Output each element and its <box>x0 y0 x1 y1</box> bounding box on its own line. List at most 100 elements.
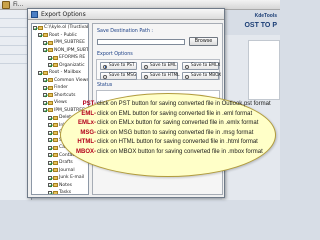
folder-icon <box>53 175 58 180</box>
folder-icon <box>53 55 58 60</box>
tree-checkbox[interactable] <box>48 168 52 172</box>
tree-item[interactable]: Tasks <box>32 189 88 195</box>
tree-item-label: Drafts <box>59 160 73 165</box>
tree-item-label: IPM_SUBTREE <box>54 40 85 45</box>
tree-item-label: Junk E-mail <box>59 175 85 180</box>
save-to-eml-option[interactable]: Save to EML <box>141 62 178 70</box>
tree-item-label: EFORMS RE <box>59 55 86 60</box>
radio-icon[interactable] <box>185 64 189 69</box>
tree-checkbox[interactable] <box>48 63 52 67</box>
option-label: Save to MBOX <box>191 73 222 78</box>
option-label: Save to MSG <box>109 73 137 78</box>
tree-item-label: NON_IPM_SUBT <box>54 47 89 53</box>
tree-checkbox[interactable] <box>48 190 52 194</box>
callout-line: EMLx-click on EMLx button for saving con… <box>76 119 268 129</box>
radio-icon[interactable] <box>144 64 148 69</box>
folder-icon <box>53 123 58 127</box>
callout-line: EML-click on EML button for saving conve… <box>76 110 268 120</box>
callout-format-key: PST- <box>82 101 96 107</box>
tree-item-label: Views <box>54 100 68 105</box>
tree-item[interactable]: NON_IPM_SUBT <box>32 47 88 55</box>
callout-description: click on MSG button to saving converted … <box>97 129 254 136</box>
folder-icon <box>53 145 58 150</box>
background-list <box>248 40 280 100</box>
brand-name: KdeTools <box>254 13 277 19</box>
destination-path-input[interactable] <box>97 39 185 45</box>
tree-checkbox[interactable] <box>38 33 42 37</box>
folder-icon <box>53 138 58 142</box>
tree-item[interactable]: IPM_SUBTREE <box>32 39 88 47</box>
tree-item[interactable]: Junk E-mail <box>32 174 88 182</box>
option-label: Save to PST <box>109 63 135 68</box>
tree-checkbox[interactable] <box>43 93 47 97</box>
folder-icon <box>53 183 58 187</box>
tree-item[interactable]: EFORMS RE <box>32 54 88 62</box>
save-to-emlx-option[interactable]: Save to EMLX <box>182 62 221 70</box>
tree-item[interactable]: Common Views <box>32 77 88 85</box>
tree-checkbox[interactable] <box>43 48 47 52</box>
callout-description: click on EML button for saving converted… <box>97 110 253 117</box>
tree-checkbox[interactable] <box>48 138 52 142</box>
folder-icon <box>48 100 53 105</box>
tree-checkbox[interactable] <box>43 78 47 82</box>
option-label: Save to EMLX <box>191 63 221 68</box>
tree-checkbox[interactable] <box>48 145 52 150</box>
tree-item-label: Common Views <box>54 77 89 83</box>
tree-item-label: Tasks <box>59 190 72 195</box>
tree-checkbox[interactable] <box>48 55 52 60</box>
tree-checkbox[interactable] <box>48 175 52 180</box>
export-options-label: Export Options <box>97 52 133 57</box>
tree-item[interactable]: Root - Mailbox <box>32 69 88 77</box>
save-to-msg-option[interactable]: Save to MSG <box>100 72 137 80</box>
callout-format-key: HTML- <box>77 139 96 145</box>
tree-checkbox[interactable] <box>48 153 52 157</box>
tree-item[interactable]: Notes <box>32 182 88 190</box>
tree-item[interactable]: Finder <box>32 84 88 92</box>
callout-description: click on MBOX button for saving converte… <box>97 148 263 155</box>
tree-item[interactable]: Root - Public <box>32 32 88 40</box>
tree-item[interactable]: Shortcuts <box>32 92 88 100</box>
destination-path-label: Save Destination Path : <box>97 29 154 34</box>
tree-checkbox[interactable] <box>48 123 52 127</box>
browse-button[interactable]: Browse <box>189 37 218 46</box>
folder-icon <box>53 130 58 135</box>
radio-icon[interactable] <box>144 74 148 79</box>
dialog-titlebar[interactable]: Export Options <box>28 9 224 20</box>
tree-item[interactable]: C:\\kyle.ol (Trustivabl... <box>32 24 88 32</box>
tree-item-label: Notes <box>59 182 72 188</box>
export-options-group: Save to PST Save to EML Save to EMLX Save t… <box>96 59 222 80</box>
callout-format-key: EML- <box>81 110 96 117</box>
folder-icon <box>53 115 58 120</box>
tree-checkbox[interactable] <box>33 25 37 30</box>
folder-icon <box>48 93 53 97</box>
radio-icon[interactable] <box>103 74 107 79</box>
radio-icon[interactable] <box>103 64 107 69</box>
option-label: Save to HTML <box>150 73 180 78</box>
tree-checkbox[interactable] <box>48 130 52 135</box>
tree-checkbox[interactable] <box>48 183 52 187</box>
tree-checkbox[interactable] <box>43 100 47 105</box>
tree-item[interactable]: Journal <box>32 167 88 175</box>
folder-icon <box>53 63 58 67</box>
tree-checkbox[interactable] <box>48 160 52 165</box>
save-to-pst-option[interactable]: Save to PST <box>100 62 137 70</box>
tree-checkbox[interactable] <box>43 85 47 90</box>
tree-item[interactable]: Drafts <box>32 159 88 167</box>
callout-description: click on HTML button for saving converte… <box>97 139 258 145</box>
callout-line: MBOX-click on MBOX button for saving con… <box>76 148 268 158</box>
radio-icon[interactable] <box>185 74 189 79</box>
tree-checkbox[interactable] <box>38 70 42 75</box>
tree-item[interactable]: Organizatic <box>32 62 88 70</box>
callout-line: PST-click on PST button for saving conve… <box>76 100 271 110</box>
status-label: Status <box>97 83 113 88</box>
tree-checkbox[interactable] <box>43 108 47 112</box>
callout-format-key: MSG- <box>80 129 96 136</box>
tree-checkbox[interactable] <box>43 40 47 45</box>
save-to-mbox-option[interactable]: Save to MBOX <box>182 72 222 80</box>
app-label: Fi... <box>13 1 24 8</box>
brand-logo: KdeTools OST TO P <box>244 12 277 30</box>
save-to-html-option[interactable]: Save to HTML <box>141 72 180 80</box>
dialog-title: Export Options <box>41 11 86 18</box>
callout-format-key: EMLx- <box>78 120 96 126</box>
tree-checkbox[interactable] <box>48 115 52 120</box>
